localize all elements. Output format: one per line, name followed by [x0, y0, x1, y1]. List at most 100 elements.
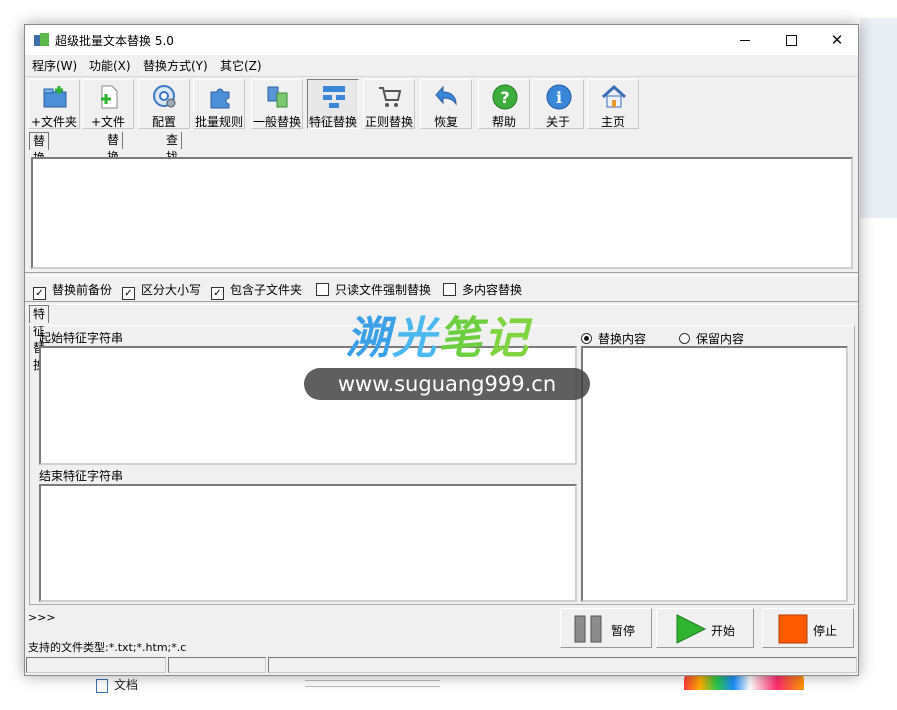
toolbar-label: +文件	[90, 115, 126, 129]
regex-replace-button[interactable]: 正则替换	[363, 79, 415, 129]
play-icon	[676, 614, 707, 644]
option-label: 只读文件强制替换	[335, 283, 432, 297]
status-bar	[25, 655, 858, 675]
restore-button[interactable]: 恢复	[420, 79, 472, 129]
menu-bar: 程序(W) 功能(X) 替换方式(Y) 其它(Z)	[25, 55, 858, 75]
tab-find[interactable]: 查找	[163, 132, 183, 164]
toolbar-label: 恢复	[433, 115, 458, 129]
stop-label: 停止	[813, 624, 838, 638]
tab-feature-replace[interactable]: 特征替换	[29, 305, 50, 372]
stop-icon	[778, 614, 808, 644]
status-cell	[26, 657, 166, 673]
tab-replace-result[interactable]: 替换结果	[104, 132, 124, 198]
toolbar-label: 配置	[151, 115, 176, 129]
radio-selected-icon	[581, 333, 592, 344]
toolbar-label: +文件夹	[30, 115, 78, 129]
status-cell	[268, 657, 857, 673]
checkbox-checked-icon: ✓	[122, 287, 135, 300]
menu-function[interactable]: 功能(X)	[87, 57, 133, 74]
maximize-button[interactable]	[768, 25, 814, 55]
start-button[interactable]: 开始	[656, 608, 754, 648]
menu-other[interactable]: 其它(Z)	[218, 57, 264, 74]
toolbar-label: 正则替换	[364, 115, 413, 129]
pause-label: 暂停	[611, 624, 636, 638]
checkbox-checked-icon: ✓	[33, 287, 46, 300]
structure-tree-icon	[323, 86, 345, 108]
svg-text:i: i	[556, 88, 562, 107]
radio-replace-content[interactable]: 替换内容	[581, 330, 646, 347]
bottom-area: >>> 支持的文件类型:*.txt;*.htm;*.c 暂停 开始 停止	[25, 607, 858, 655]
add-folder-icon	[43, 86, 67, 108]
feature-replace-button[interactable]: 特征替换	[307, 79, 359, 129]
option-backup[interactable]: ✓ 替换前备份	[33, 281, 112, 300]
checkbox-checked-icon: ✓	[211, 287, 224, 300]
home-button[interactable]: 主页	[587, 79, 639, 129]
end-string-label: 结束特征字符串	[39, 469, 124, 483]
replace-docs-icon	[267, 86, 288, 108]
close-icon: ✕	[830, 31, 844, 49]
menu-replace-mode[interactable]: 替换方式(Y)	[141, 57, 210, 74]
radio-unselected-icon	[679, 333, 690, 344]
add-file-button[interactable]: +文件	[82, 79, 134, 129]
info-icon: i	[546, 84, 572, 110]
pause-button[interactable]: 暂停	[560, 608, 652, 648]
option-case-sensitive[interactable]: ✓ 区分大小写	[122, 281, 201, 300]
toolbar: +文件夹 +文件 配置 批量规则 一般替换 特征替换 正则替换 恢复 ? 帮助 …	[25, 76, 858, 131]
about-button[interactable]: i 关于	[532, 79, 584, 129]
settings-gear-icon	[153, 85, 176, 108]
radio-keep-content[interactable]: 保留内容	[679, 330, 744, 347]
option-label: 多内容替换	[462, 283, 523, 297]
content-input[interactable]	[581, 346, 848, 602]
tab-source-target[interactable]: 替换源目标	[29, 132, 50, 216]
add-file-icon	[101, 85, 118, 109]
radio-label: 保留内容	[696, 332, 745, 346]
general-replace-button[interactable]: 一般替换	[251, 79, 303, 129]
status-cell	[168, 657, 266, 673]
close-button[interactable]: ✕	[814, 25, 860, 55]
start-label: 开始	[711, 624, 736, 638]
toolbar-label: 帮助	[491, 115, 516, 129]
menu-program[interactable]: 程序(W)	[30, 57, 79, 74]
checkbox-unchecked-icon	[316, 283, 329, 296]
watermark-url: www.suguang999.cn	[304, 368, 590, 400]
add-folder-button[interactable]: +文件夹	[28, 79, 80, 129]
watermark-logo: 溯光笔记	[346, 313, 530, 364]
window-title: 超级批量文本替换 5.0	[55, 34, 174, 48]
source-target-list[interactable]	[31, 157, 853, 269]
log-prompt: >>>	[28, 611, 56, 624]
checkbox-unchecked-icon	[443, 283, 456, 296]
document-icon	[96, 678, 108, 693]
toolbar-label: 关于	[545, 115, 570, 129]
toolbar-label: 一般替换	[252, 115, 301, 129]
restore-arrow-icon	[435, 85, 457, 106]
background-doc-item: 文档	[96, 676, 138, 693]
background-divider	[305, 686, 440, 687]
minimize-button[interactable]	[722, 25, 768, 55]
app-logo-icon	[34, 33, 50, 47]
config-button[interactable]: 配置	[138, 79, 190, 129]
option-include-subfolders[interactable]: ✓ 包含子文件夹	[211, 281, 302, 300]
toolbar-label: 特征替换	[308, 115, 357, 129]
start-string-label: 起始特征字符串	[39, 331, 124, 345]
maximize-icon	[785, 35, 797, 46]
supported-types: 支持的文件类型:*.txt;*.htm;*.c	[28, 641, 187, 654]
home-icon	[601, 84, 627, 108]
option-force-readonly[interactable]: 只读文件强制替换	[316, 281, 431, 298]
title-bar: 超级批量文本替换 5.0 ✕	[25, 25, 858, 55]
option-label: 包含子文件夹	[230, 283, 303, 297]
pause-icon	[574, 615, 602, 643]
background-doc-label: 文档	[114, 678, 139, 692]
background-window	[860, 18, 897, 218]
radio-label: 替换内容	[598, 332, 647, 346]
cart-icon	[379, 87, 402, 107]
batch-rules-button[interactable]: 批量规则	[193, 79, 245, 129]
background-divider	[305, 680, 440, 681]
option-label: 区分大小写	[141, 283, 202, 297]
option-label: 替换前备份	[52, 283, 113, 297]
help-button[interactable]: ? 帮助	[478, 79, 530, 129]
option-multi-content[interactable]: 多内容替换	[443, 281, 522, 298]
toolbar-label: 主页	[600, 115, 625, 129]
end-string-input[interactable]	[39, 484, 577, 602]
stop-button[interactable]: 停止	[762, 608, 854, 648]
puzzle-icon	[210, 88, 230, 109]
